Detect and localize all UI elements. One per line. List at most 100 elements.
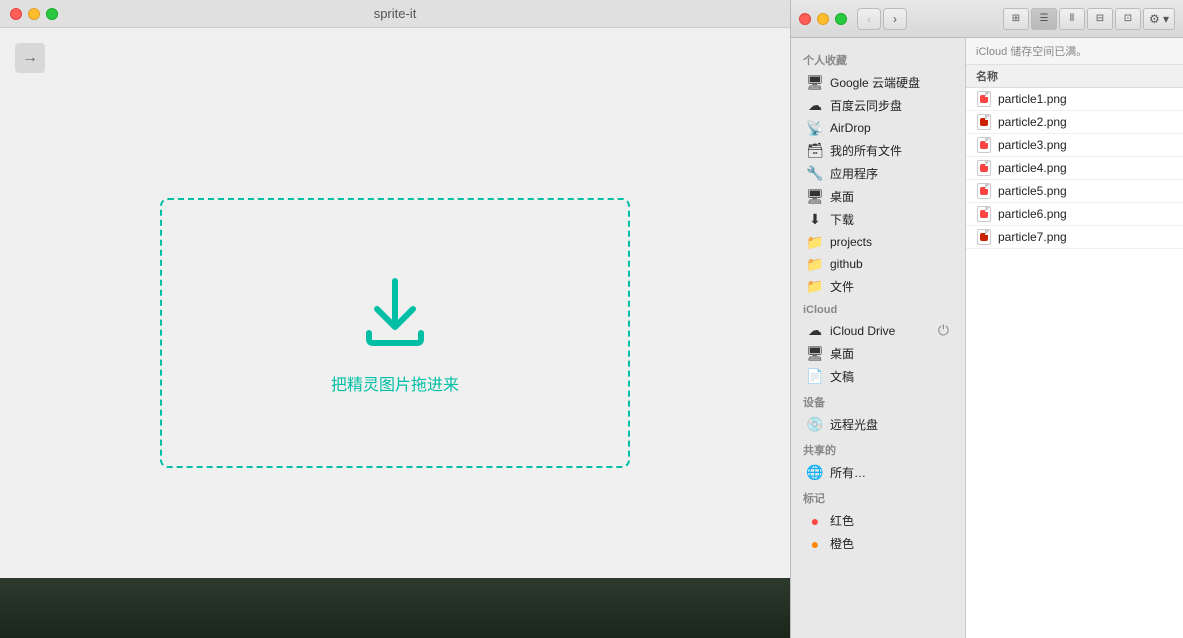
- downloads-icon: ⬇: [807, 212, 823, 228]
- drop-text: 把精灵图片拖进来: [331, 371, 459, 395]
- shared-icon: 🌐: [807, 465, 823, 481]
- desktop-icon: 🖥: [807, 189, 823, 205]
- icloud-section-header: iCloud: [791, 298, 965, 319]
- table-row[interactable]: particle5.png: [966, 180, 1183, 203]
- sidebar-item-downloads[interactable]: ⬇ 下载: [795, 208, 961, 231]
- tags-section-header: 标记: [791, 484, 965, 509]
- minimize-button[interactable]: [28, 8, 40, 20]
- file-thumbnail: [977, 183, 991, 199]
- sidebar-item-applications[interactable]: 🔧 应用程序: [795, 162, 961, 185]
- nav-forward-button[interactable]: ›: [883, 8, 907, 30]
- sidebar-item-label: 百度云同步盘: [830, 97, 902, 114]
- view-icon-btn[interactable]: ⊞: [1003, 8, 1029, 30]
- sidebar-item-icloud-drive[interactable]: ☁ iCloud Drive ⏻: [795, 319, 961, 342]
- sidebar-item-projects[interactable]: 📁 projects: [795, 231, 961, 253]
- sidebar-item-label: iCloud Drive: [830, 324, 895, 338]
- view-arrange-btn[interactable]: ⊡: [1115, 8, 1141, 30]
- finder-status-bar: iCloud 储存空间已满。: [966, 38, 1183, 65]
- app-window: sprite-it → 把精灵图片拖进来: [0, 0, 790, 638]
- devices-section-header: 设备: [791, 388, 965, 413]
- baidu-icon: ☁: [807, 98, 823, 114]
- close-button[interactable]: [10, 8, 22, 20]
- maximize-button[interactable]: [46, 8, 58, 20]
- sidebar-item-label: 橙色: [830, 535, 854, 552]
- file-icon: [976, 229, 992, 245]
- sidebar-item-all-files[interactable]: 🗃 我的所有文件: [795, 139, 961, 162]
- file-name: particle4.png: [998, 161, 1067, 175]
- sidebar-item-icloud-documents[interactable]: 📄 文稿: [795, 365, 961, 388]
- shared-section-header: 共享的: [791, 436, 965, 461]
- sidebar-item-label: 下载: [830, 211, 854, 228]
- finder-view-controls: ⊞ ☰ ⫴ ⊟ ⊡ ⚙ ▾: [1003, 8, 1175, 30]
- table-row[interactable]: particle4.png: [966, 157, 1183, 180]
- sidebar-item-tag-orange[interactable]: ● 橙色: [795, 532, 961, 555]
- sidebar-item-desktop[interactable]: 🖥 桌面: [795, 185, 961, 208]
- sidebar-item-label: 桌面: [830, 345, 854, 362]
- sidebar-item-icloud-desktop[interactable]: 🖥 桌面: [795, 342, 961, 365]
- sidebar-item-label: github: [830, 257, 863, 271]
- view-list-btn[interactable]: ☰: [1031, 8, 1057, 30]
- finder-body: 个人收藏 🖥 Google 云端硬盘 ☁ 百度云同步盘 📡 AirDrop 🗃 …: [791, 38, 1183, 638]
- file-name: particle7.png: [998, 230, 1067, 244]
- back-arrow-icon: →: [22, 49, 38, 67]
- app-title: sprite-it: [374, 6, 417, 21]
- file-thumbnail: [977, 91, 991, 107]
- file-icon: [976, 183, 992, 199]
- nav-back-button[interactable]: ‹: [857, 8, 881, 30]
- table-row[interactable]: particle2.png: [966, 111, 1183, 134]
- finder-column-header: 名称: [966, 65, 1183, 88]
- finder-close-button[interactable]: [799, 13, 811, 25]
- file-thumbnail: [977, 114, 991, 130]
- sidebar-item-label: 远程光盘: [830, 416, 878, 433]
- file-name: particle1.png: [998, 92, 1067, 106]
- file-name: particle3.png: [998, 138, 1067, 152]
- file-thumbnail: [977, 137, 991, 153]
- gear-button[interactable]: ⚙ ▾: [1143, 8, 1175, 30]
- file-thumbnail: [977, 229, 991, 245]
- finder-titlebar: ‹ › ⊞ ☰ ⫴ ⊟ ⊡ ⚙ ▾: [791, 0, 1183, 38]
- table-row[interactable]: particle3.png: [966, 134, 1183, 157]
- sidebar-item-airdrop[interactable]: 📡 AirDrop: [795, 117, 961, 139]
- sidebar-item-label: 应用程序: [830, 165, 878, 182]
- sidebar-item-all-shared[interactable]: 🌐 所有…: [795, 461, 961, 484]
- file-icon: [976, 160, 992, 176]
- airdrop-icon: 📡: [807, 120, 823, 136]
- view-columns-btn[interactable]: ⫴: [1059, 8, 1085, 30]
- sidebar-item-google-drive[interactable]: 🖥 Google 云端硬盘: [795, 71, 961, 94]
- file-icon: [976, 91, 992, 107]
- back-button[interactable]: →: [15, 43, 45, 73]
- tag-red-icon: ●: [807, 513, 823, 529]
- table-row[interactable]: particle7.png: [966, 226, 1183, 249]
- icloud-drive-icon: ☁: [807, 323, 823, 339]
- drop-zone[interactable]: 把精灵图片拖进来: [160, 198, 630, 468]
- sidebar-item-label: 所有…: [830, 464, 866, 481]
- all-files-icon: 🗃: [807, 143, 823, 159]
- documents-icon: 📁: [807, 279, 823, 295]
- drop-icon: [355, 271, 435, 351]
- table-row[interactable]: particle6.png: [966, 203, 1183, 226]
- finder-minimize-button[interactable]: [817, 13, 829, 25]
- sidebar-item-label: AirDrop: [830, 121, 871, 135]
- sidebar-item-remote-disc[interactable]: 💿 远程光盘: [795, 413, 961, 436]
- finder-maximize-button[interactable]: [835, 13, 847, 25]
- sidebar-item-tag-red[interactable]: ● 红色: [795, 509, 961, 532]
- file-thumbnail: [977, 206, 991, 222]
- sidebar-item-label: 红色: [830, 512, 854, 529]
- sidebar-item-github[interactable]: 📁 github: [795, 253, 961, 275]
- finder-main-panel: iCloud 储存空间已满。 名称 particle1.png: [966, 38, 1183, 638]
- sidebar-item-label: 我的所有文件: [830, 142, 902, 159]
- icloud-spinner-icon[interactable]: ⏻: [938, 322, 949, 339]
- app-titlebar: sprite-it: [0, 0, 790, 28]
- table-row[interactable]: particle1.png: [966, 88, 1183, 111]
- view-coverflow-btn[interactable]: ⊟: [1087, 8, 1113, 30]
- sidebar-item-baidu[interactable]: ☁ 百度云同步盘: [795, 94, 961, 117]
- tag-orange-icon: ●: [807, 536, 823, 552]
- sidebar-item-label: 文件: [830, 278, 854, 295]
- remote-disc-icon: 💿: [807, 417, 823, 433]
- app-content: → 把精灵图片拖进来: [0, 28, 790, 638]
- sidebar-item-documents[interactable]: 📁 文件: [795, 275, 961, 298]
- file-name: particle5.png: [998, 184, 1067, 198]
- file-icon: [976, 137, 992, 153]
- sidebar-item-label: projects: [830, 235, 872, 249]
- icloud-desktop-icon: 🖥: [807, 346, 823, 362]
